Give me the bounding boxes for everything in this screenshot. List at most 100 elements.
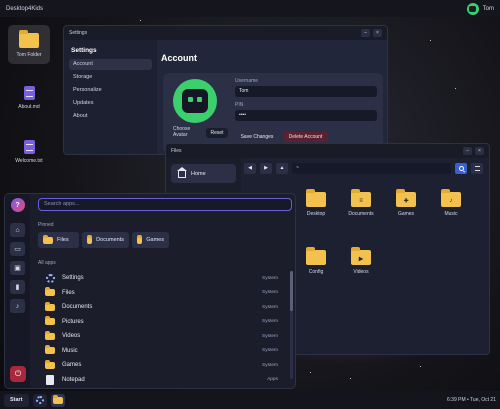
save-button[interactable]: Save Changes [235, 132, 279, 142]
username-field[interactable]: Tom [235, 86, 377, 97]
window-titlebar[interactable]: Files – × [166, 144, 489, 158]
folder-icon [45, 287, 55, 297]
sidebar-item-updates[interactable]: Updates [69, 98, 152, 109]
pin-label: PIN [235, 102, 244, 108]
sidebar-item-label: Home [191, 170, 206, 177]
pinned-files[interactable]: Files [38, 232, 79, 248]
folder-icon [306, 189, 326, 207]
app-name: Settings [62, 275, 84, 282]
user-menu[interactable]: Tom [466, 2, 494, 15]
app-list: Settings System Files System Documents S… [38, 271, 290, 388]
file-item-label: Videos [353, 269, 369, 275]
pinned-documents[interactable]: Documents [82, 232, 129, 248]
file-item-desktop[interactable]: Desktop [299, 189, 333, 217]
start-button[interactable]: Start [4, 393, 29, 407]
folder-icon [45, 301, 55, 311]
app-category: System [262, 290, 278, 296]
back-button[interactable]: ◀ [244, 162, 256, 174]
app-documents[interactable]: Documents System [38, 300, 290, 315]
robot-icon [182, 89, 208, 113]
pictures-rail-button[interactable]: ▣ [10, 261, 25, 275]
scrollbar-thumb[interactable] [290, 271, 293, 311]
app-notepad[interactable]: Notepad Apps [38, 373, 290, 388]
minimize-button[interactable]: – [463, 147, 472, 155]
desktop-icon-label: Tom Folder [16, 52, 42, 58]
taskbar-settings[interactable] [32, 393, 47, 407]
folder-icon [306, 247, 326, 265]
pinned-label-files: Files [57, 237, 69, 243]
pinned-label-documents: Documents [96, 237, 124, 243]
taskbar-files[interactable] [50, 393, 65, 407]
close-button[interactable]: × [373, 29, 382, 37]
home-rail-button[interactable]: ⌂ [10, 223, 25, 237]
files-toolbar: ◀ ▶ ▲ ~ [244, 162, 483, 174]
files-rail-button[interactable]: ▭ [10, 242, 25, 256]
forward-button[interactable]: ▶ [260, 162, 272, 174]
file-item-label: Games [397, 211, 415, 217]
file-item-music[interactable]: ♪ Music [434, 189, 468, 217]
pin-field[interactable]: •••• [235, 110, 377, 121]
avatar[interactable] [173, 79, 217, 123]
app-pictures[interactable]: Pictures System [38, 315, 290, 330]
app-name: Games [62, 362, 82, 369]
clock: 6:39 PM • Tue, Oct 21 [447, 397, 496, 403]
window-titlebar[interactable]: Settings – × [64, 26, 387, 40]
path-input[interactable]: ~ [292, 162, 451, 174]
file-item-videos[interactable]: ▶ Videos [344, 247, 378, 275]
sidebar-item-about[interactable]: About [69, 111, 152, 122]
music-rail-button[interactable]: ♪ [10, 299, 25, 313]
folder-icon [52, 394, 63, 404]
view-menu-button[interactable] [471, 162, 483, 174]
sidebar-item-storage[interactable]: Storage [69, 72, 152, 83]
file-item-config[interactable]: Config [299, 247, 333, 275]
delete-account-button[interactable]: Delete Account [283, 132, 328, 142]
up-button[interactable]: ▲ [276, 162, 288, 174]
file-item-label: Config [308, 269, 324, 275]
window-title: Files [171, 148, 182, 154]
folder-music-icon: ♪ [441, 189, 461, 207]
app-title: Desktop4Kids [6, 5, 44, 12]
folder-games-icon: ✚ [396, 189, 416, 207]
folder-icon [43, 234, 53, 244]
file-item-documents[interactable]: ≡ Documents [344, 189, 378, 217]
app-games[interactable]: Games System [38, 358, 290, 373]
page-title: Account [161, 53, 197, 63]
search-input[interactable]: Search apps... [38, 198, 292, 211]
file-item-games[interactable]: ✚ Games [389, 189, 423, 217]
app-category: System [262, 362, 278, 368]
file-item-label: Documents [348, 211, 374, 217]
settings-sidebar: Settings Account Storage Personalize Upd… [64, 40, 157, 154]
app-category: Apps [267, 377, 278, 383]
app-name: Music [62, 347, 78, 354]
app-name: Pictures [62, 318, 84, 325]
all-apps-label: All apps [38, 260, 56, 266]
choose-avatar-label[interactable]: Choose Avatar [173, 126, 203, 138]
document-icon [23, 140, 35, 154]
taskbar: Start 6:39 PM • Tue, Oct 21 [0, 391, 500, 409]
desktop-icon-tom-folder[interactable]: Tom Folder [8, 25, 50, 64]
desktop-icon-welcome[interactable]: Welcome.txt [8, 140, 50, 164]
document-icon [46, 374, 54, 385]
pinned-games[interactable]: Games [132, 232, 169, 248]
minimize-button[interactable]: – [361, 29, 370, 37]
documents-rail-button[interactable]: ▮ [10, 280, 25, 294]
app-music[interactable]: Music System [38, 344, 290, 359]
app-videos[interactable]: Videos System [38, 329, 290, 344]
pinned-label-games: Games [146, 237, 164, 243]
top-bar: Desktop4Kids Tom [0, 0, 500, 17]
power-button[interactable]: ⏻ [10, 366, 26, 382]
folder-icon [45, 330, 55, 340]
app-name: Videos [62, 333, 81, 340]
sidebar-item-personalize[interactable]: Personalize [69, 85, 152, 96]
app-settings[interactable]: Settings System [38, 271, 290, 286]
app-files[interactable]: Files System [38, 286, 290, 301]
sidebar-item-home[interactable]: Home [171, 164, 236, 183]
search-button[interactable] [455, 162, 467, 174]
folder-icon [137, 234, 143, 244]
reset-button[interactable]: Reset [206, 128, 228, 138]
close-button[interactable]: × [475, 147, 484, 155]
desktop-icon-about[interactable]: About.md [8, 86, 50, 110]
user-name: Tom [482, 5, 494, 12]
sidebar-item-account[interactable]: Account [69, 59, 152, 70]
username-label: Username [235, 78, 259, 84]
